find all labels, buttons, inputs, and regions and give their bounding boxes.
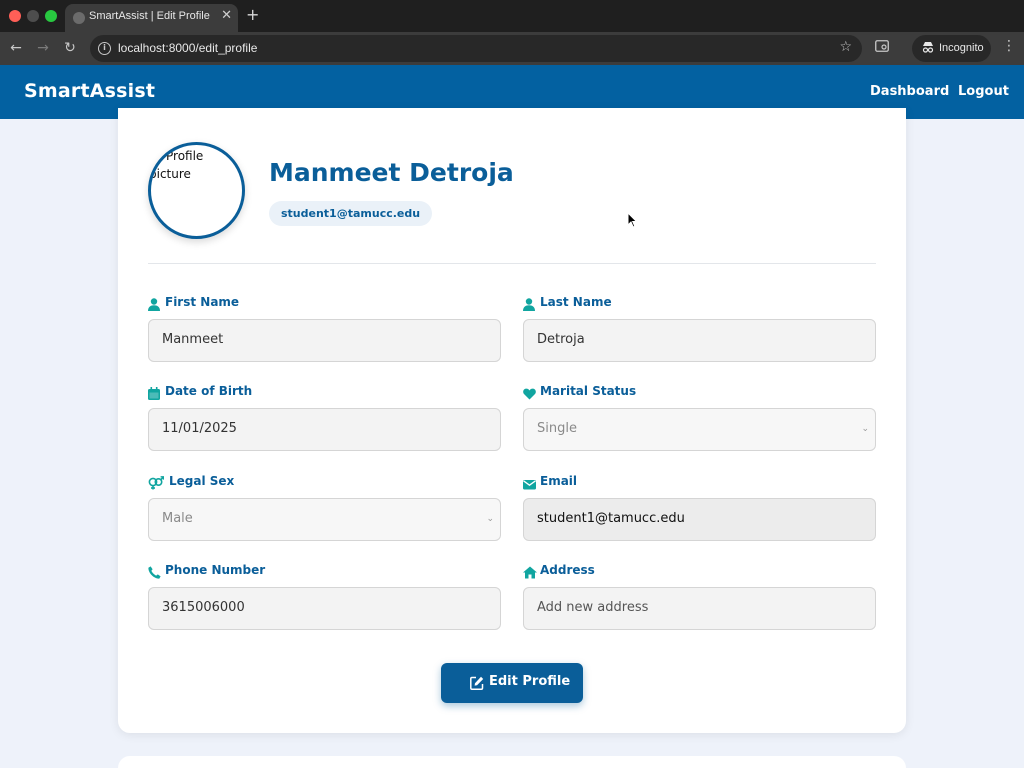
first-name-field-group: First Name Manmeet bbox=[148, 295, 501, 362]
new-tab-button[interactable]: + bbox=[246, 6, 259, 24]
tab-title: SmartAssist | Edit Profile bbox=[89, 10, 210, 22]
incognito-label: Incognito bbox=[939, 42, 984, 54]
incognito-icon bbox=[922, 41, 934, 56]
legal-sex-value: Male bbox=[162, 511, 193, 526]
incognito-indicator[interactable]: Incognito bbox=[912, 35, 991, 62]
edit-icon bbox=[470, 675, 484, 690]
browser-toolbar: ← → ↻ i localhost:8000/edit_profile ☆ In… bbox=[0, 32, 1024, 65]
address-field-group: Address Add new address bbox=[523, 563, 876, 630]
address-bar[interactable]: i localhost:8000/edit_profile ☆ bbox=[90, 35, 862, 62]
globe-icon bbox=[73, 12, 85, 24]
address-input[interactable]: Add new address bbox=[523, 587, 876, 630]
marital-status-value: Single bbox=[537, 421, 577, 436]
close-icon[interactable]: ✕ bbox=[221, 8, 232, 24]
profile-name: Manmeet Detroja bbox=[269, 158, 514, 187]
edit-profile-button[interactable]: Edit Profile bbox=[441, 663, 583, 703]
forward-icon[interactable]: → bbox=[33, 38, 53, 58]
email-badge: student1@tamucc.edu bbox=[269, 201, 433, 226]
phone-input[interactable]: 3615006000 bbox=[148, 587, 501, 630]
gender-icon bbox=[148, 475, 165, 490]
browser-chrome: SmartAssist | Edit Profile ✕ + ← → ↻ i l… bbox=[0, 0, 1024, 65]
profile-card: Profile picture Manmeet Detroja student1… bbox=[118, 108, 906, 733]
envelope-icon bbox=[523, 475, 537, 490]
divider bbox=[148, 263, 876, 264]
bookmark-star-icon[interactable]: ☆ bbox=[839, 39, 852, 55]
marital-status-select[interactable]: Single ⌄ bbox=[523, 408, 876, 451]
next-section-card bbox=[118, 756, 906, 768]
tab-strip: SmartAssist | Edit Profile ✕ + bbox=[0, 0, 1024, 32]
site-info-icon[interactable]: i bbox=[98, 42, 111, 55]
browser-tab[interactable]: SmartAssist | Edit Profile ✕ bbox=[65, 4, 238, 32]
chevron-down-icon: ⌄ bbox=[861, 424, 869, 434]
url-text[interactable]: localhost:8000/edit_profile bbox=[118, 41, 257, 55]
phone-icon bbox=[148, 564, 162, 579]
nav-dashboard-link[interactable]: Dashboard bbox=[870, 84, 949, 99]
tab-search-icon[interactable] bbox=[875, 40, 889, 55]
back-icon[interactable]: ← bbox=[6, 38, 26, 58]
close-window-button[interactable] bbox=[9, 10, 21, 22]
email-field-group: Email student1@tamucc.edu bbox=[523, 474, 876, 541]
last-name-field-group: Last Name Detroja bbox=[523, 295, 876, 362]
dob-field-group: Date of Birth 11/01/2025 bbox=[148, 384, 501, 451]
legal-sex-field-group: Legal Sex Male ⌄ bbox=[148, 474, 501, 541]
chevron-down-icon: ⌄ bbox=[486, 514, 494, 524]
user-icon bbox=[148, 296, 162, 311]
marital-status-field-group: Marital Status Single ⌄ bbox=[523, 384, 876, 451]
email-field[interactable]: student1@tamucc.edu bbox=[523, 498, 876, 541]
user-icon bbox=[523, 296, 537, 311]
edit-profile-label: Edit Profile bbox=[489, 674, 571, 689]
heart-icon bbox=[523, 385, 537, 400]
avatar: Profile picture bbox=[148, 142, 245, 239]
maximize-window-button[interactable] bbox=[45, 10, 57, 22]
browser-menu-icon[interactable]: ⋮ bbox=[1002, 38, 1016, 54]
last-name-input[interactable]: Detroja bbox=[523, 319, 876, 362]
first-name-input[interactable]: Manmeet bbox=[148, 319, 501, 362]
nav-logout-link[interactable]: Logout bbox=[958, 84, 1009, 99]
dob-input[interactable]: 11/01/2025 bbox=[148, 408, 501, 451]
phone-field-group: Phone Number 3615006000 bbox=[148, 563, 501, 630]
brand-logo[interactable]: SmartAssist bbox=[24, 80, 155, 102]
calendar-icon bbox=[148, 385, 162, 400]
reload-icon[interactable]: ↻ bbox=[60, 38, 80, 58]
avatar-alt-text: Profile picture bbox=[149, 149, 204, 181]
legal-sex-select[interactable]: Male ⌄ bbox=[148, 498, 501, 541]
mouse-cursor-icon bbox=[627, 212, 637, 228]
minimize-window-button[interactable] bbox=[27, 10, 39, 22]
home-icon bbox=[523, 564, 537, 579]
